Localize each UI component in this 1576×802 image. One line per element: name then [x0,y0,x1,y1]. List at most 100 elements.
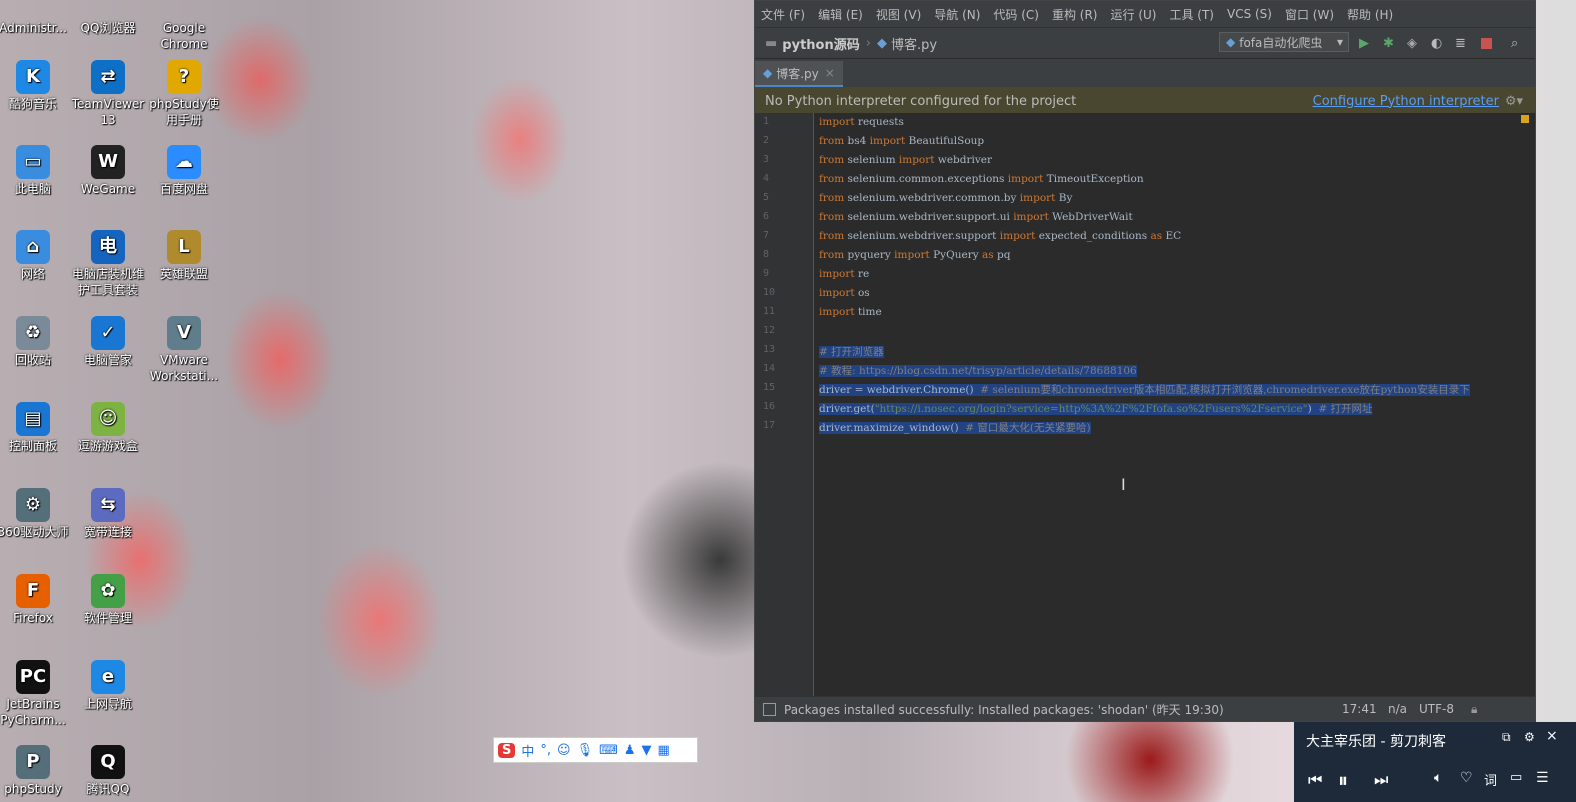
encoding[interactable]: UTF-8 [1419,702,1454,716]
previous-track-icon[interactable]: ⏮ [1308,770,1322,790]
code-line[interactable]: from pyquery import PyQuery as pq [819,249,1010,261]
code-editor[interactable]: 1 2 3 4 5 6 7 8 9 10 11 12 13 14 15 16 17 import request… [755,113,1535,699]
menu-item[interactable]: 重构 (R) [1052,6,1098,23]
menu-item[interactable]: 视图 (V) [876,6,921,23]
code-line[interactable]: driver.get("https://i.nosec.org/login?se… [819,401,1373,416]
desktop-icon[interactable]: ✿ 软件管理 [70,574,146,626]
menu-item[interactable]: 导航 (N) [934,6,980,23]
desktop-icon[interactable]: ▭ 此电脑 [0,145,71,197]
cursor-position[interactable]: 17:41 [1342,702,1377,716]
menu-item[interactable]: 窗口 (W) [1285,6,1334,23]
keyboard-icon[interactable]: ⌨ [599,743,618,758]
app-icon: K [16,60,50,94]
code-line[interactable]: from selenium.webdriver.support.ui impor… [819,211,1133,223]
profile-icon[interactable]: ◐ [1431,36,1442,51]
debug-icon[interactable]: ✱ [1383,36,1394,51]
volume-icon[interactable]: 🔈︎ [1434,770,1442,786]
menu-item[interactable]: 代码 (C) [993,6,1039,23]
code-line[interactable]: import time [819,306,882,318]
menu-item[interactable]: 工具 (T) [1169,6,1214,23]
desktop-icon[interactable]: ⌂ 网络 [0,230,71,282]
desktop-icon[interactable]: PC JetBrains PyCharm... [0,660,71,728]
desktop-icon[interactable]: W WeGame [70,145,146,197]
desktop-icon[interactable]: ☺ 逗游游戏盒 [70,402,146,454]
close-icon[interactable]: × [1546,728,1558,744]
status-toggle-icon[interactable] [763,702,776,716]
menu-item[interactable]: VCS (S) [1227,7,1272,21]
lyrics-icon[interactable]: 词 [1484,770,1497,789]
code-line[interactable]: import requests [819,116,904,128]
code-line[interactable]: driver = webdriver.Chrome() # selenium要和… [819,382,1470,397]
desktop-icon[interactable]: F Firefox [0,574,71,626]
desktop-icon-label: 百度网盘 [159,182,208,196]
code-line[interactable]: from selenium.webdriver.support import e… [819,230,1181,242]
skin-icon[interactable]: ▼ [642,743,652,758]
desktop-icon[interactable]: 电电脑店装机维护工具套装 [70,230,146,298]
microphone-icon[interactable]: 🎙︎ [577,743,594,758]
punctuation-icon[interactable]: °, [540,743,551,758]
desktop-icon[interactable]: QQQ浏览器 [70,0,146,36]
desktop-icon[interactable]: L 英雄联盟 [146,230,222,282]
search-icon[interactable]: ⌕ [1511,36,1518,51]
concurrency-icon[interactable]: ≣ [1455,36,1466,51]
tab-blog-py[interactable]: ◆ 博客.py × [755,61,843,87]
lock-icon[interactable]: 🔒︎ [1471,702,1477,717]
code-line[interactable]: # 打开浏览器 [819,344,884,359]
configure-interpreter-link[interactable]: Configure Python interpreter [1313,94,1499,109]
code-line[interactable]: from bs4 import BeautifulSoup [819,135,984,147]
desktop-icon[interactable]: ☁ 百度网盘 [146,145,222,197]
code-line[interactable]: from selenium.common.exceptions import T… [819,173,1144,185]
code-line[interactable]: from selenium import webdriver [819,154,992,166]
restore-icon[interactable]: ⧉ [1502,730,1511,745]
desktop-icon[interactable]: PphpStudy [0,745,71,797]
text-cursor-icon: Ι [1121,475,1126,494]
desktop-icon[interactable]: e 上网导航 [70,660,146,712]
user-icon[interactable]: ♟ [624,743,636,758]
menu-item[interactable]: 运行 (U) [1111,6,1157,23]
code-token: # 窗口最大化(无关紧要哈) [965,422,1091,434]
sogou-logo-icon[interactable]: S [498,742,516,758]
settings-icon[interactable]: ⚙ [1524,730,1535,744]
run-icon[interactable]: ▶ [1359,36,1369,51]
desktop-lyrics-icon[interactable]: ▭ [1510,770,1522,785]
coverage-icon[interactable]: ◈ [1407,36,1417,51]
code-line[interactable]: from selenium.webdriver.common.by import… [819,192,1072,204]
desktop-icon[interactable]: ✓ 电脑管家 [70,316,146,368]
menu-item[interactable]: 帮助 (H) [1347,6,1393,23]
code-token: # 教程: https://blog.csdn.net/trisyp/artic… [819,365,1137,377]
desktop-icon-label: 电脑店装机维护工具套装 [71,267,144,297]
menu-item[interactable]: 文件 (F) [761,6,805,23]
code-line[interactable]: import re [819,268,869,280]
toolbox-icon[interactable]: ▦ [658,743,670,758]
next-track-icon[interactable]: ⏭ [1374,770,1388,790]
code-line[interactable]: # 教程: https://blog.csdn.net/trisyp/artic… [819,363,1137,378]
desktop-icon[interactable]: AAdministr... [0,0,71,36]
pause-icon[interactable]: ⏸ [1338,768,1348,792]
desktop-icon[interactable]: ⚙ 360驱动大师 [0,488,71,540]
run-config-select[interactable]: ◆ fofa自动化爬虫 ▾ [1219,32,1349,52]
desktop-icon[interactable]: Q 腾讯QQ [70,745,146,797]
desktop-icon[interactable]: ⇄ TeamViewer 13 [70,60,146,128]
desktop-icon[interactable]: GGoogle Chrome [146,0,222,52]
desktop-icon[interactable]: ♻ 回收站 [0,316,71,368]
desktop-icon[interactable]: ⇆ 宽带连接 [70,488,146,540]
close-icon[interactable]: × [825,66,835,80]
like-icon[interactable]: ♡ [1460,770,1473,786]
gear-icon[interactable]: ⚙▾ [1505,94,1523,109]
code-token: from [819,135,845,147]
app-icon: ☁ [167,145,201,179]
menu-item[interactable]: 编辑 (E) [818,6,863,23]
desktop-icon[interactable]: V VMware Workstati... [146,316,222,384]
desktop-icon[interactable]: K 酷狗音乐 [0,60,71,112]
stop-icon[interactable] [1481,37,1492,49]
ime-mode-toggle[interactable]: 中 [521,741,534,760]
desktop-icon[interactable]: ? phpStudy使用手册 [146,60,222,128]
breadcrumb-project[interactable]: python源码 [782,34,859,53]
breadcrumb-file[interactable]: 博客.py [891,34,937,53]
emoji-icon[interactable]: ☺ [557,743,571,758]
status-message[interactable]: Packages installed successfully: Install… [784,701,1224,718]
desktop-icon[interactable]: ▤ 控制面板 [0,402,71,454]
code-line[interactable]: import os [819,287,870,299]
playlist-icon[interactable]: ☰ [1536,770,1549,786]
code-line[interactable]: driver.maximize_window() # 窗口最大化(无关紧要哈) [819,420,1091,435]
